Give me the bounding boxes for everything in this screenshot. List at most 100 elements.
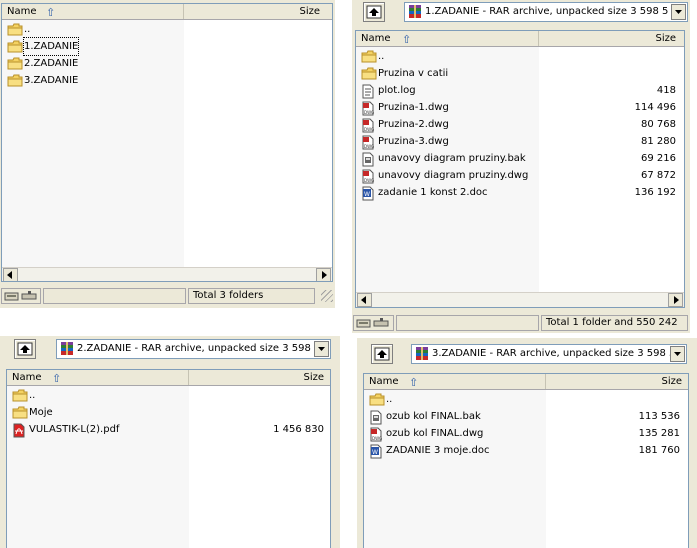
item-name: 1.ZADANIE (22, 37, 80, 56)
resize-grip-icon[interactable] (321, 290, 333, 302)
name-column-header[interactable]: Name ⇧ (7, 370, 189, 385)
archive-path-combo[interactable]: 1.ZADANIE - RAR archive, unpacked size 3… (404, 2, 688, 22)
list-header: Name ⇧ Size (356, 31, 684, 47)
list-item[interactable]: DWG Pruzina-2.dwg 80 768 (356, 116, 684, 133)
doc-file-icon: W (369, 444, 383, 459)
scroll-left-icon[interactable] (3, 268, 18, 281)
folder-up-icon (12, 389, 28, 402)
folder-up-icon (361, 50, 377, 63)
horizontal-scrollbar[interactable] (356, 292, 684, 307)
dwg-file-icon: DWG (361, 135, 375, 150)
item-name: 3.ZADANIE (24, 75, 79, 86)
list-item[interactable]: .. (356, 48, 684, 65)
item-name: Pruzina-3.dwg (378, 136, 449, 147)
list-item[interactable]: .. (2, 21, 332, 38)
list-item[interactable]: W ZADANIE 3 moje.doc 181 760 (364, 442, 688, 459)
archive-path-text: 3.ZADANIE - RAR archive, unpacked size 3… (432, 348, 676, 359)
size-column-header[interactable]: Size (546, 374, 688, 389)
status-bar: Total 3 folders (0, 287, 335, 305)
status-total: Total 3 folders (188, 288, 315, 304)
scroll-right-icon[interactable] (668, 293, 683, 307)
list-item[interactable]: DWG Pruzina-3.dwg 81 280 (356, 133, 684, 150)
list-item[interactable]: DWG unavovy diagram pruziny.dwg 67 872 (356, 167, 684, 184)
size-header-label: Size (299, 6, 320, 17)
item-name: Pruzina-2.dwg (378, 119, 449, 130)
sort-arrow-icon: ⇧ (46, 6, 56, 19)
svg-text:DWG: DWG (364, 110, 374, 115)
size-column-header[interactable]: Size (539, 31, 682, 46)
dropdown-arrow-icon[interactable] (670, 346, 685, 362)
parent-folder-button[interactable] (363, 2, 385, 22)
item-size: 181 760 (638, 445, 680, 456)
list-item[interactable]: .. (7, 387, 330, 404)
file-panel-2: 1.ZADANIE - RAR archive, unpacked size 3… (352, 0, 690, 333)
item-size: 136 192 (634, 187, 676, 198)
sort-arrow-icon: ⇧ (52, 372, 62, 385)
parent-folder-button[interactable] (371, 344, 393, 364)
name-header-label: Name (369, 376, 399, 387)
archive-path-combo[interactable]: 2.ZADANIE - RAR archive, unpacked size 3… (56, 339, 331, 359)
list-item[interactable]: 1.ZADANIE (2, 37, 332, 56)
name-column-header[interactable]: Name ⇧ (364, 374, 546, 389)
name-column-header[interactable]: Name ⇧ (356, 31, 539, 46)
rar-archive-icon (409, 5, 421, 18)
list-item[interactable]: Pruzina v catii (356, 65, 684, 82)
list-item[interactable]: unavovy diagram pruziny.bak 69 216 (356, 150, 684, 167)
list-item[interactable]: Moje (7, 404, 330, 421)
parent-folder-button[interactable] (14, 339, 36, 359)
list-item[interactable]: 2.ZADANIE (2, 55, 332, 72)
item-size: 114 496 (634, 102, 676, 113)
item-name: .. (29, 390, 36, 401)
archive-path-combo[interactable]: 3.ZADANIE - RAR archive, unpacked size 3… (411, 344, 687, 364)
list-item[interactable]: Wzadanie 1 konst 2.doc 136 192 (356, 184, 684, 201)
item-name: ozub kol FINAL.dwg (386, 428, 484, 439)
dropdown-arrow-icon[interactable] (671, 4, 686, 20)
scroll-left-icon[interactable] (357, 293, 372, 307)
file-list[interactable]: Name ⇧ Size .. Pruzina v catii plot.log 418… (355, 30, 685, 308)
file-list[interactable]: Name ⇧ Size .. Moje VULASTIK-L(2).pdf 1 456… (6, 369, 331, 548)
size-header-label: Size (303, 372, 324, 383)
folder-icon (7, 57, 23, 70)
folder-up-icon (7, 23, 23, 36)
list-item[interactable]: DWG ozub kol FINAL.dwg 135 281 (364, 425, 688, 442)
drive-status-cell (353, 315, 394, 331)
item-name: .. (24, 24, 31, 35)
drive-icon (4, 291, 37, 301)
rar-archive-icon (61, 342, 73, 355)
folder-icon (12, 406, 28, 419)
item-name: Moje (29, 407, 53, 418)
archive-path-text: 2.ZADANIE - RAR archive, unpacked size 3… (77, 343, 321, 354)
horizontal-scrollbar[interactable] (2, 267, 332, 281)
folder-icon (7, 40, 23, 53)
scroll-right-icon[interactable] (316, 268, 331, 281)
dwg-file-icon: DWG (361, 101, 375, 116)
file-panel-3: 2.ZADANIE - RAR archive, unpacked size 3… (0, 336, 340, 548)
dwg-file-icon: DWG (369, 427, 383, 442)
list-item[interactable]: 3.ZADANIE (2, 72, 332, 89)
file-panel-4: 3.ZADANIE - RAR archive, unpacked size 3… (357, 338, 697, 548)
size-header-label: Size (655, 33, 676, 44)
size-column-header[interactable]: Size (189, 370, 330, 385)
list-item[interactable]: ozub kol FINAL.bak 113 536 (364, 408, 688, 425)
list-item[interactable]: DWG Pruzina-1.dwg 114 496 (356, 99, 684, 116)
list-header: Name ⇧ Size (364, 374, 688, 390)
list-item[interactable]: plot.log 418 (356, 82, 684, 99)
svg-text:W: W (372, 449, 378, 456)
svg-text:W: W (364, 191, 370, 198)
list-header: Name ⇧ Size (2, 4, 332, 20)
item-name: 2.ZADANIE (24, 58, 79, 69)
list-item[interactable]: VULASTIK-L(2).pdf 1 456 830 (7, 421, 330, 438)
dropdown-arrow-icon[interactable] (314, 341, 329, 357)
file-list[interactable]: Name ⇧ Size .. ozub kol FINAL.bak 113 536 D… (363, 373, 689, 548)
svg-text:DWG: DWG (372, 436, 382, 441)
size-column-header[interactable]: Size (184, 4, 326, 19)
name-column-header[interactable]: Name ⇧ (2, 4, 184, 19)
item-size: 113 536 (638, 411, 680, 422)
name-header-label: Name (361, 33, 391, 44)
item-name: .. (378, 51, 385, 62)
archive-path-text: 1.ZADANIE - RAR archive, unpacked size 3… (425, 6, 669, 17)
item-name: unavovy diagram pruziny.bak (378, 153, 526, 164)
list-item[interactable]: .. (364, 391, 688, 408)
folder-icon (7, 74, 23, 87)
file-list[interactable]: Name ⇧ Size .. 1.ZADANIE 2.ZADANIE 3.ZADANI… (1, 3, 333, 282)
